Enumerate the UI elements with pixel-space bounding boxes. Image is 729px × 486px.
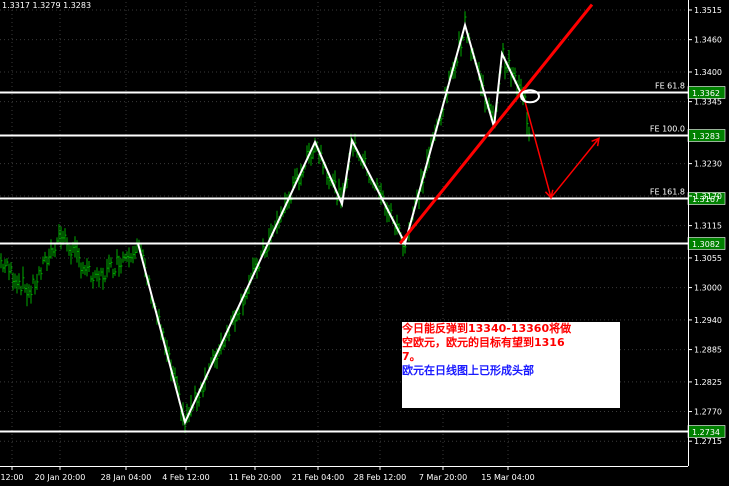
time-axis-label: 7 Mar 20:00 (419, 473, 467, 482)
level-price-text: 1.2734 (692, 428, 720, 437)
price-axis-label: 1.3055 (694, 254, 722, 263)
note-line-4: 欧元在日线图上已形成头部 (402, 364, 534, 377)
price-axis-label: 1.2770 (694, 408, 722, 417)
time-axis-label: 28 Feb 12:00 (354, 473, 406, 482)
level-price-text: 1.3283 (692, 132, 720, 141)
ohlc-readout: 1.3317 1.3279 1.3283 (2, 1, 92, 10)
price-axis-label: 1.2885 (694, 346, 722, 355)
price-axis-label: 1.3170 (694, 192, 722, 201)
time-axis-label: 11 Feb 20:00 (229, 473, 281, 482)
time-axis-label: 28 Jan 04:00 (101, 473, 152, 482)
price-axis-label: 1.3515 (694, 6, 722, 15)
time-axis-label: 12:00 (0, 473, 23, 482)
note-line-2: 空欧元，欧元的目标有望到1316 (402, 336, 565, 349)
price-axis-label: 1.2940 (694, 316, 722, 325)
time-axis-label: 20 Jan 20:00 (35, 473, 86, 482)
note-line-3: 7。 (402, 350, 421, 363)
price-axis-label: 1.3345 (694, 98, 722, 107)
note-line-1: 今日能反弹到13340-13360将做 (402, 322, 572, 335)
price-axis-label: 1.2825 (694, 378, 722, 387)
price-axis-label: 1.2715 (694, 437, 722, 446)
time-axis-label: 21 Feb 04:00 (292, 473, 344, 482)
price-axis-label: 1.3460 (694, 36, 722, 45)
price-chart: FE 61.81.3362FE 100.01.3283FE 161.81.316… (0, 0, 729, 486)
level-label: FE 161.8 (650, 188, 685, 197)
level-label: FE 61.8 (655, 82, 685, 91)
time-axis-label: 15 Mar 04:00 (481, 473, 534, 482)
level-price-text: 1.3082 (692, 240, 720, 249)
price-axis-label: 1.3230 (694, 160, 722, 169)
level-label: FE 100.0 (650, 125, 685, 134)
price-axis-label: 1.3400 (694, 68, 722, 77)
price-axis-label: 1.3000 (694, 284, 722, 293)
analysis-note: 今日能反弹到13340-13360将做 空欧元，欧元的目标有望到1316 7。 … (402, 322, 620, 408)
time-axis-label: 4 Feb 12:00 (162, 473, 209, 482)
price-axis-label: 1.3115 (694, 222, 722, 231)
